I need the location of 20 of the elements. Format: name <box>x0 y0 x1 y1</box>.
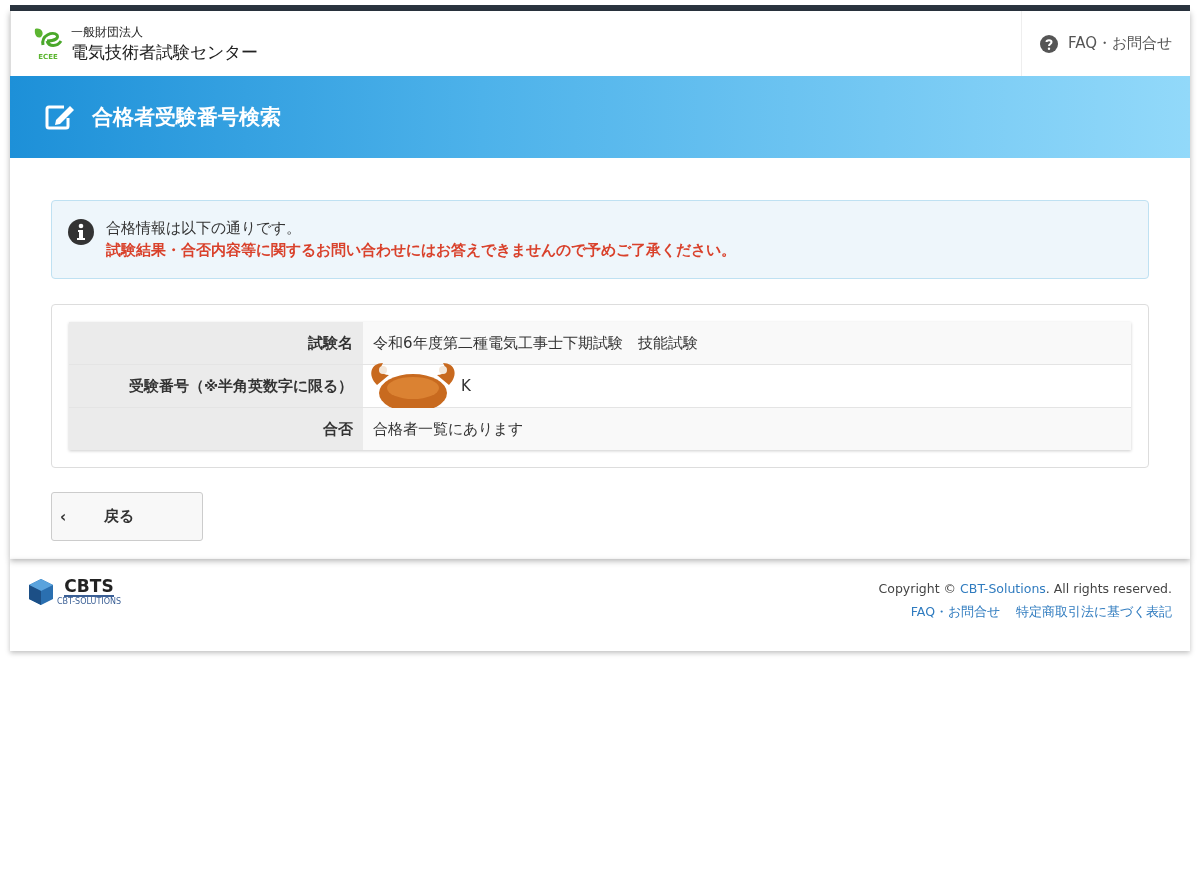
help-icon <box>1039 34 1058 53</box>
page-title: 合格者受験番号検索 <box>92 104 281 131</box>
notice-message: 合格情報は以下の通りです。 <box>106 219 302 238</box>
info-icon <box>68 219 94 245</box>
row-label: 合否 <box>69 408 363 450</box>
row-value: K <box>460 377 471 395</box>
footer-link[interactable]: FAQ・お問合せ <box>910 604 1000 621</box>
company-link[interactable]: CBT-Solutions <box>960 581 1046 596</box>
organization-type: 一般財団法人 <box>71 23 144 41</box>
row-label: 試験名 <box>69 322 363 364</box>
row-value: 合格者一覧にあります <box>373 420 523 438</box>
cbts-logo: CBTS CBT-SOLUTIONS <box>28 577 121 606</box>
organization-name: 電気技術者試験センター <box>71 40 258 64</box>
row-label: 受験番号（※半角英数字に限る） <box>69 365 363 407</box>
back-button[interactable]: ‹ 戻る <box>51 492 203 541</box>
footer-link[interactable]: 特定商取引法に基づく表記 <box>1016 604 1172 621</box>
copyright-text: Copyright © CBT-Solutions. All rights reserved. <box>878 581 1172 596</box>
edit-icon <box>44 103 76 131</box>
notice-warning: 試験結果・合否内容等に関するお問い合わせにはお答えできませんので予めご了承ください。 <box>106 241 736 260</box>
row-value: 令和6年度第二種電気工事士下期試験 技能試験 <box>373 334 698 352</box>
